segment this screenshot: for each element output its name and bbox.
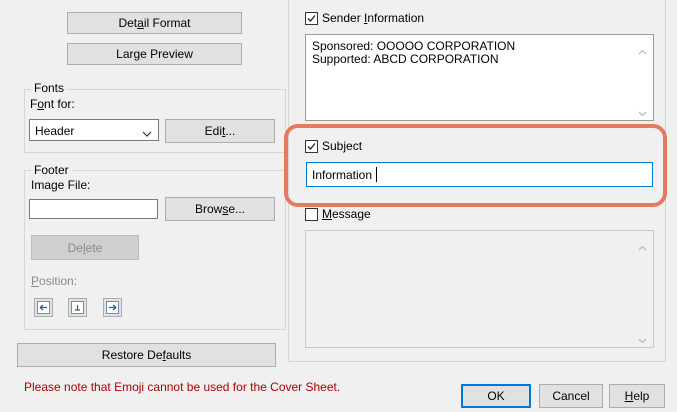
font-for-select[interactable]: Header — [29, 119, 159, 141]
font-for-label: Font for: — [30, 97, 75, 111]
ok-button[interactable]: OK — [461, 384, 531, 408]
restore-defaults-label: Restore Defaults — [101, 348, 192, 362]
subject-value: Information — [312, 168, 373, 182]
position-left-button[interactable] — [34, 298, 53, 317]
fonts-group-label: Fonts — [31, 81, 68, 95]
image-file-label: Image File: — [31, 178, 91, 192]
image-file-input[interactable] — [29, 199, 158, 219]
scroll-up-icon[interactable] — [638, 240, 647, 251]
delete-button[interactable]: Delete — [31, 235, 139, 260]
text-cursor — [376, 167, 377, 182]
chevron-down-icon — [142, 127, 152, 137]
scroll-down-icon[interactable] — [638, 106, 647, 117]
subject-checkbox[interactable] — [305, 140, 318, 153]
subject-label: Subject — [322, 139, 363, 153]
browse-label: Browse... — [194, 202, 246, 216]
restore-defaults-button[interactable]: Restore Defaults — [17, 343, 276, 367]
sender-information-textarea[interactable]: Sponsored: OOOOO CORPORATION Supported: … — [305, 34, 654, 121]
position-right-button[interactable] — [103, 298, 122, 317]
position-label: Position: — [31, 274, 78, 288]
edit-font-label: Edit... — [204, 124, 236, 138]
sender-line-2: Supported: ABCD CORPORATION — [312, 52, 499, 66]
sender-information-label: Sender Information — [322, 11, 425, 25]
large-preview-label: Large Preview — [116, 47, 193, 61]
message-label: Message — [322, 207, 371, 221]
checkmark-icon — [307, 15, 316, 22]
cancel-button[interactable]: Cancel — [539, 384, 603, 408]
cover-sheet-dialog: { "left_panel": { "detail_format_label":… — [0, 0, 677, 412]
cancel-label: Cancel — [552, 389, 590, 403]
browse-button[interactable]: Browse... — [165, 197, 275, 221]
large-preview-button[interactable]: Large Preview — [67, 43, 242, 65]
ok-label: OK — [487, 389, 505, 403]
emoji-warning-note: Please note that Emoji cannot be used fo… — [24, 380, 341, 394]
message-textarea[interactable] — [305, 230, 654, 348]
scroll-up-icon[interactable] — [638, 44, 647, 55]
detail-format-button[interactable]: Detail Format — [67, 12, 242, 34]
footer-group-label: Footer — [31, 163, 72, 177]
checkmark-icon — [307, 143, 316, 150]
detail-format-label: Detail Format — [118, 16, 191, 30]
help-label: Help — [624, 389, 650, 403]
help-button[interactable]: Help — [609, 384, 665, 408]
delete-label: Delete — [67, 240, 103, 255]
scroll-down-icon[interactable] — [638, 333, 647, 344]
edit-font-button[interactable]: Edit... — [165, 119, 275, 143]
position-center-button[interactable] — [68, 298, 87, 317]
message-checkbox[interactable] — [305, 208, 318, 221]
font-for-selected-value: Header — [35, 124, 75, 138]
subject-input[interactable]: Information — [306, 162, 653, 187]
sender-information-checkbox[interactable] — [305, 12, 318, 25]
